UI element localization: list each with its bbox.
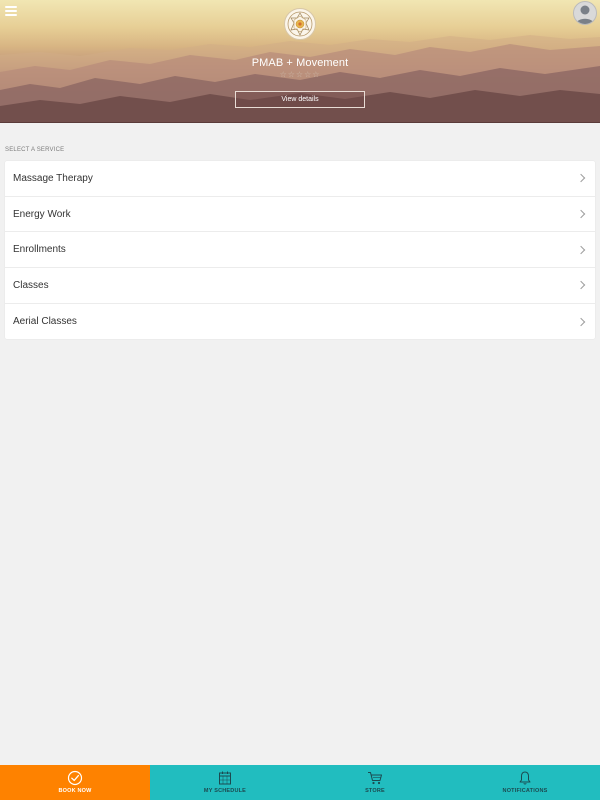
service-item-enrollments[interactable]: Enrollments — [5, 232, 595, 269]
studio-name: PMAB + Movement — [251, 57, 349, 69]
chevron-right-icon — [576, 245, 586, 254]
section-label: SELECT A SERVICE — [5, 147, 65, 153]
calendar-icon — [219, 771, 231, 785]
hamburger-menu-icon[interactable] — [4, 4, 18, 18]
nav-label: BOOK NOW — [58, 788, 92, 794]
nav-store[interactable]: STORE — [300, 765, 450, 800]
bottom-navigation: BOOK NOW MY SCHEDULE STORE NOTIFICATIONS — [0, 765, 600, 800]
user-avatar-icon[interactable] — [573, 1, 597, 25]
view-details-button[interactable]: View details — [235, 91, 365, 108]
nav-book-now[interactable]: BOOK NOW — [0, 765, 150, 800]
service-list: Massage Therapy Energy Work Enrollments … — [5, 161, 595, 340]
mandala-logo-icon — [284, 8, 316, 40]
nav-label: MY SCHEDULE — [203, 788, 247, 794]
nav-notifications[interactable]: NOTIFICATIONS — [450, 765, 600, 800]
service-item-energy-work[interactable]: Energy Work — [5, 197, 595, 233]
chevron-right-icon — [576, 209, 586, 219]
bell-icon — [519, 771, 531, 785]
nav-label: NOTIFICATIONS — [502, 788, 548, 794]
service-item-label: Classes — [13, 279, 49, 291]
chevron-right-icon — [576, 317, 586, 326]
service-item-label: Massage Therapy — [13, 172, 93, 184]
service-item-label: Energy Work — [13, 208, 71, 220]
nav-my-schedule[interactable]: MY SCHEDULE — [150, 765, 300, 800]
chevron-right-icon — [576, 174, 586, 183]
rating-stars: ☆☆☆☆☆ — [279, 70, 321, 79]
service-item-aerial-classes[interactable]: Aerial Classes — [5, 304, 595, 340]
check-circle-icon — [67, 770, 83, 786]
service-item-classes[interactable]: Classes — [5, 268, 595, 304]
chevron-right-icon — [576, 281, 586, 290]
service-item-label: Enrollments — [13, 244, 66, 256]
shopping-cart-icon — [368, 772, 382, 785]
service-item-label: Aerial Classes — [13, 316, 77, 328]
service-item-massage-therapy[interactable]: Massage Therapy — [5, 161, 595, 197]
studio-header: PMAB + Movement ☆☆☆☆☆ View details — [0, 0, 600, 123]
nav-label: STORE — [365, 788, 385, 794]
